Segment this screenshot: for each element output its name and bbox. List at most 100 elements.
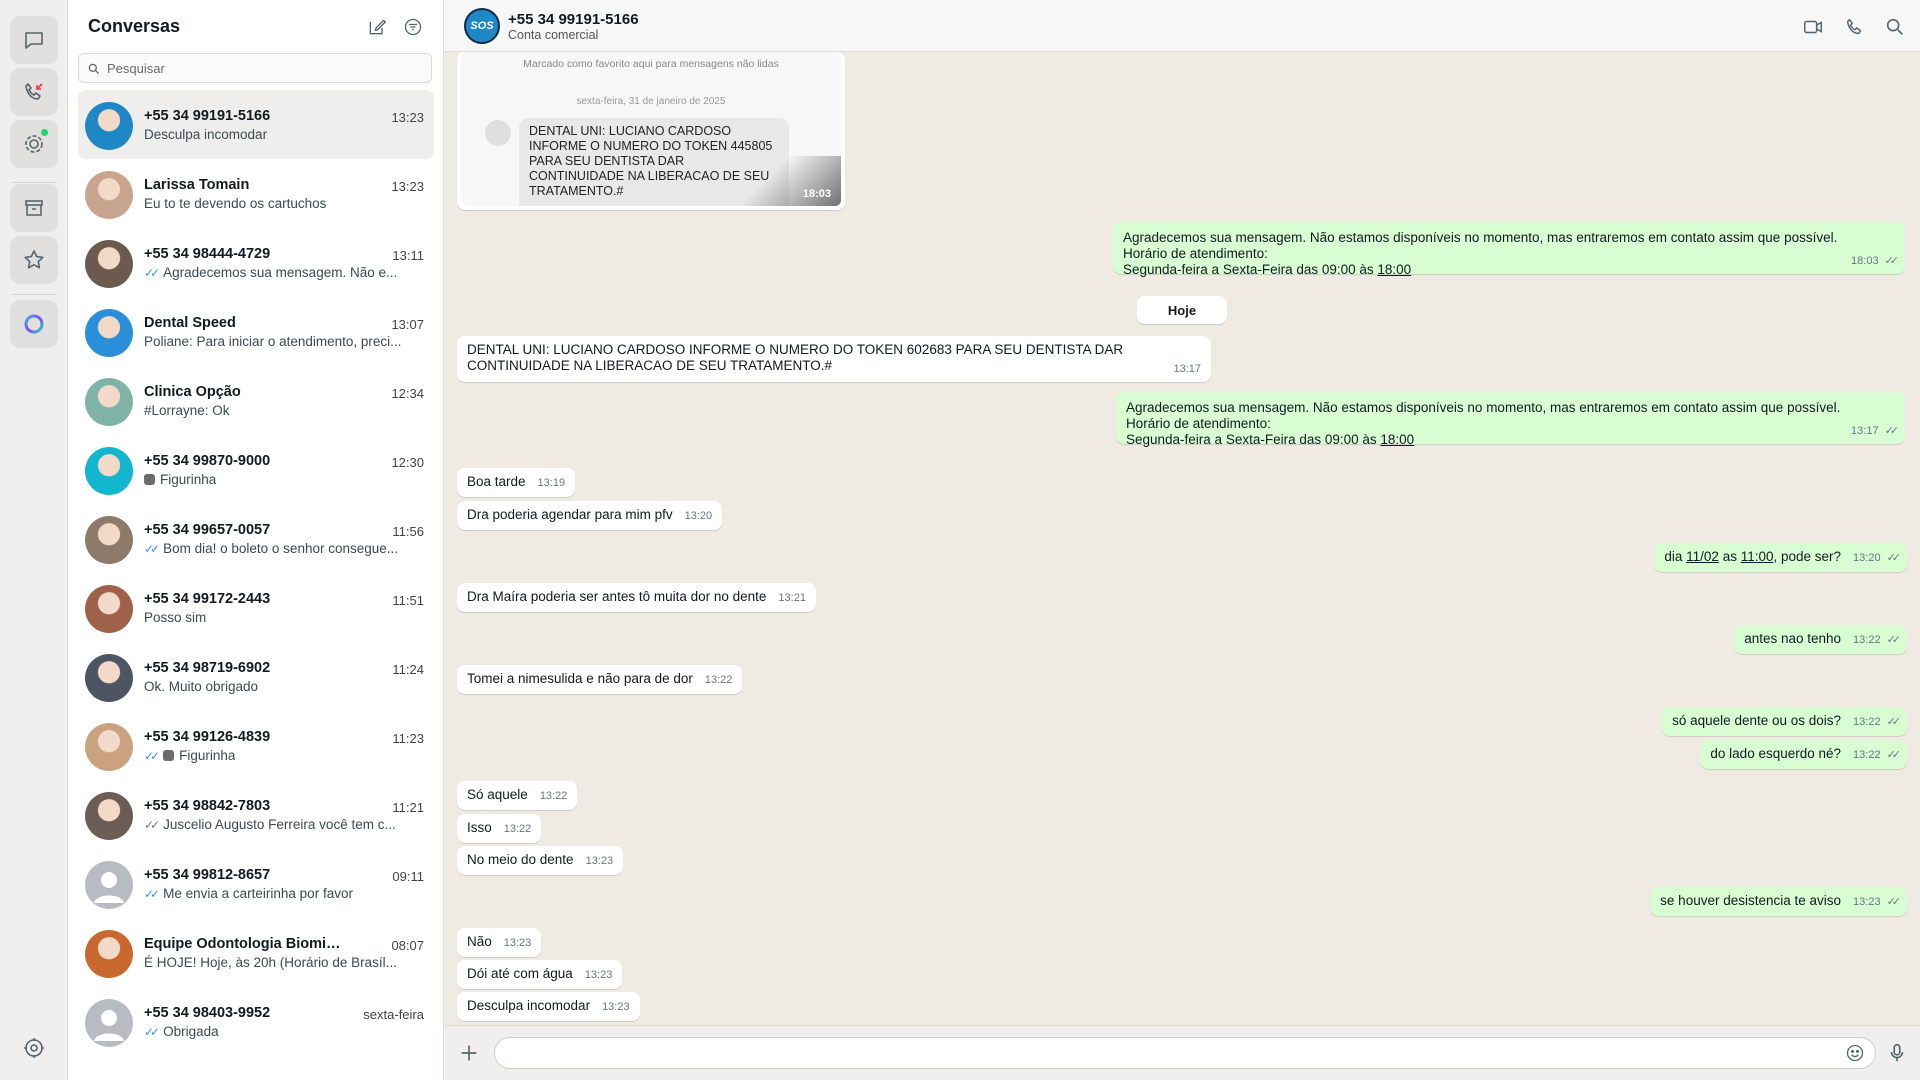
chat-list-item[interactable]: Larissa Tomain 13:23 Eu to te devendo os c… — [78, 159, 434, 228]
chat-time: 11:56 — [392, 524, 424, 539]
emoji-icon[interactable] — [1845, 1043, 1865, 1063]
conversation-header[interactable]: SOS +55 34 99191-5166 Conta comercial — [444, 0, 1920, 52]
microphone-icon[interactable] — [1886, 1042, 1908, 1064]
chat-time: 11:21 — [392, 800, 424, 815]
message-input-box[interactable] — [494, 1037, 1876, 1069]
outgoing-message[interactable]: antes nao tenho 13:22 ✓✓ — [1734, 625, 1907, 654]
avatar — [85, 861, 133, 909]
incoming-message[interactable]: Isso 13:22 — [457, 814, 542, 843]
chat-name: +55 34 98842-7803 — [144, 798, 271, 814]
attach-plus-icon[interactable] — [458, 1042, 480, 1064]
starred-icon[interactable] — [10, 236, 58, 284]
message-text-part: , pode ser? — [1773, 549, 1842, 564]
chat-time: sexta-feira — [363, 1007, 424, 1022]
status-unread-dot — [41, 129, 48, 136]
incoming-message[interactable]: Tomei a nimesulida e não para de dor 13:2… — [457, 665, 743, 694]
new-chat-icon[interactable] — [366, 16, 388, 38]
message-input[interactable] — [509, 1042, 1809, 1064]
search-input[interactable] — [107, 57, 423, 79]
chat-list-item[interactable]: +55 34 98842-7803 11:21 ✓✓ Juscelio Augusto… — [78, 780, 434, 849]
message-text: Dói até com água — [467, 966, 573, 981]
archive-icon[interactable] — [10, 184, 58, 232]
message-text: Tomei a nimesulida e não para de dor — [467, 671, 693, 686]
incoming-message[interactable]: Desculpa incomodar 13:23 — [457, 992, 640, 1021]
time-link[interactable]: 18:00 — [1380, 432, 1414, 447]
icon-rail — [0, 0, 68, 1080]
chat-preview: Poliane: Para iniciar o atendimento, pre… — [144, 334, 420, 349]
chat-list-item[interactable]: +55 34 99126-4839 11:23 ✓✓ Figurinha — [78, 711, 434, 780]
time-link[interactable]: 18:00 — [1377, 262, 1411, 277]
incoming-message[interactable]: Dra poderia agendar para mim pfv 13:20 — [457, 501, 723, 530]
settings-icon[interactable] — [22, 1036, 46, 1060]
chat-preview-text: #Lorrayne: Ok — [144, 403, 230, 418]
message-time: 13:22 — [704, 674, 733, 686]
chat-list-item[interactable]: +55 34 98403-9952 sexta-feira ✓✓ Obrigada — [78, 987, 434, 1056]
contact-avatar[interactable]: SOS — [464, 8, 500, 44]
incoming-message[interactable]: Só aquele 13:22 — [457, 781, 578, 810]
video-call-icon[interactable] — [1802, 16, 1824, 38]
date-link[interactable]: 11/02 — [1686, 549, 1719, 564]
chat-time: 12:34 — [391, 386, 424, 401]
incoming-message[interactable]: DENTAL UNI: LUCIANO CARDOSO INFORME O NU… — [457, 336, 1211, 382]
status-icon[interactable] — [10, 120, 58, 168]
contact-name: +55 34 99191-5166 — [508, 11, 639, 28]
read-ticks-icon: ✓✓ — [1886, 552, 1902, 564]
sticker-icon — [163, 750, 175, 761]
message-time-text: 18:03 — [1851, 255, 1879, 267]
message-area[interactable]: Marcado como favorito aqui para mensagen… — [444, 52, 1920, 1025]
incoming-message[interactable]: Dói até com água 13:23 — [457, 960, 623, 989]
outgoing-message[interactable]: dia 11/02 as 11:00, pode ser? 13:20 ✓✓ — [1654, 543, 1907, 572]
read-ticks-icon: ✓✓ — [1886, 634, 1902, 646]
image-message[interactable]: Marcado como favorito aqui para mensagen… — [457, 52, 845, 210]
outgoing-message[interactable]: se houver desistencia te aviso 13:23 ✓✓ — [1650, 887, 1907, 916]
composer — [444, 1025, 1920, 1080]
outgoing-message[interactable]: do lado esquerdo né? 13:22 ✓✓ — [1700, 740, 1907, 769]
filter-icon[interactable] — [402, 16, 424, 38]
read-ticks-icon: ✓✓ — [144, 886, 160, 901]
chat-name: Clinica Opção — [144, 384, 241, 400]
chat-list-item[interactable]: +55 34 99172-2443 11:51 Posso sim — [78, 573, 434, 642]
message-text-part: as — [1718, 549, 1741, 564]
chat-list-panel: Conversas +55 34 99191-5166 13:23 Desculpa… — [68, 0, 444, 1080]
time-link[interactable]: 11:00 — [1741, 549, 1774, 564]
message-text: Horário de atendimento: — [1126, 416, 1271, 431]
message-time: 18:03 — [802, 188, 831, 200]
chat-list-item[interactable]: Equipe Odontologia Biomimética 08:07 É HOJ… — [78, 918, 434, 987]
chat-list-item[interactable]: +55 34 98444-4729 13:11 ✓✓ Agradecemos sua … — [78, 228, 434, 297]
message-time: 13:17 — [1173, 363, 1201, 375]
voice-call-icon[interactable] — [1844, 16, 1866, 38]
chat-list-item[interactable]: Clinica Opção 12:34 #Lorrayne: Ok — [78, 366, 434, 435]
incoming-message[interactable]: Não 13:23 — [457, 928, 542, 957]
chat-preview-text: Poliane: Para iniciar o atendimento, pre… — [144, 334, 402, 349]
chat-name: Dental Speed — [144, 315, 236, 331]
message-time: 13:23 — [503, 937, 532, 949]
chat-list-item[interactable]: +55 34 99191-5166 13:23 Desculpa incomodar — [78, 90, 434, 159]
chats-icon[interactable] — [10, 16, 58, 64]
read-ticks-icon: ✓✓ — [1886, 896, 1902, 908]
incoming-message[interactable]: Dra Maíra poderia ser antes tô muita dor… — [457, 583, 816, 612]
chat-preview: Posso sim — [144, 610, 420, 625]
outgoing-message[interactable]: Agradecemos sua mensagem. Não estamos di… — [1116, 392, 1905, 447]
meta-ai-icon[interactable] — [10, 300, 58, 348]
message-text: Agradecemos sua mensagem. Não estamos di… — [1123, 230, 1838, 245]
search-chat-icon[interactable] — [1884, 16, 1906, 38]
message-text: No meio do dente — [467, 852, 574, 867]
chat-preview: #Lorrayne: Ok — [144, 403, 420, 418]
chat-list-item[interactable]: Dental Speed 13:07 Poliane: Para iniciar o… — [78, 297, 434, 366]
chat-list-item[interactable]: +55 34 98719-6902 11:24 Ok. Muito obrigado — [78, 642, 434, 711]
incoming-message[interactable]: Boa tarde 13:19 — [457, 468, 576, 497]
chat-list-item[interactable]: +55 34 99812-8657 09:11 ✓✓ Me envia a carte… — [78, 849, 434, 918]
read-ticks-icon: ✓✓ — [1884, 425, 1900, 437]
outgoing-message[interactable]: só aquele dente ou os dois? 13:22 ✓✓ — [1662, 707, 1907, 736]
outgoing-message[interactable]: Agradecemos sua mensagem. Não estamos di… — [1113, 222, 1905, 277]
calls-icon[interactable] — [10, 68, 58, 116]
message-time: 13:23 — [584, 969, 613, 981]
chat-time: 08:07 — [391, 938, 424, 953]
avatar — [85, 309, 133, 357]
chat-list-item[interactable]: +55 34 99870-9000 12:30 Figurinha — [78, 435, 434, 504]
incoming-message[interactable]: No meio do dente 13:23 — [457, 846, 624, 875]
message-time-text: 13:22 — [1853, 716, 1881, 728]
avatar — [85, 585, 133, 633]
chat-list-item[interactable]: +55 34 99657-0057 11:56 ✓✓ Bom dia! o bolet… — [78, 504, 434, 573]
chat-preview: ✓✓ Obrigada — [144, 1024, 420, 1039]
